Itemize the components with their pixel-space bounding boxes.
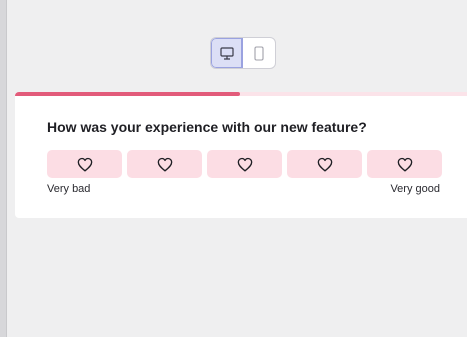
- scale-high-label: Very good: [390, 183, 440, 195]
- rating-option-5[interactable]: [367, 150, 442, 178]
- desktop-icon: [219, 46, 234, 60]
- rating-option-3[interactable]: [207, 150, 282, 178]
- rating-options: [47, 150, 442, 178]
- survey-progress-fill: [15, 92, 241, 96]
- window-left-divider: [6, 0, 7, 337]
- heart-outline-icon: [397, 157, 412, 171]
- scale-low-label: Very bad: [47, 183, 91, 195]
- desktop-view-button[interactable]: [211, 38, 244, 68]
- survey-card: How was your experience with our new fea…: [15, 92, 467, 218]
- survey-question: How was your experience with our new fea…: [47, 119, 367, 135]
- heart-outline-icon: [317, 157, 332, 171]
- heart-outline-icon: [77, 157, 92, 171]
- heart-outline-icon: [157, 157, 172, 171]
- heart-outline-icon: [237, 157, 252, 171]
- mobile-view-button[interactable]: [243, 38, 275, 68]
- rating-option-2[interactable]: [127, 150, 202, 178]
- rating-option-1[interactable]: [47, 150, 122, 178]
- mobile-icon: [254, 45, 264, 61]
- device-preview-toggle: [210, 37, 276, 69]
- survey-progress-track: [15, 92, 467, 96]
- rating-option-4[interactable]: [287, 150, 362, 178]
